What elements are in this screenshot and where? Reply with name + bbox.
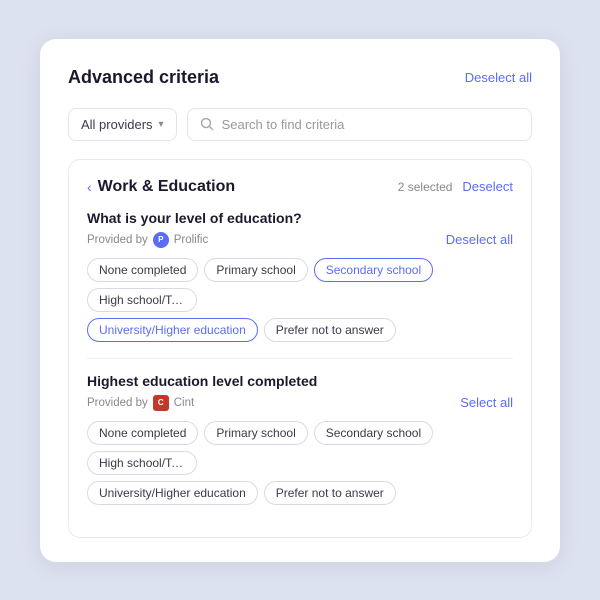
question1-tags-row1: None completed Primary school Secondary … — [87, 258, 513, 312]
question1-provided-by: Provided by Prolific Deselect all — [87, 232, 513, 248]
question1-title: What is your level of education? — [87, 210, 513, 226]
tag-secondary-school-q1[interactable]: Secondary school — [314, 258, 433, 282]
search-icon — [200, 117, 214, 131]
tag-university-q2[interactable]: University/Higher education — [87, 481, 258, 505]
question2-select-all[interactable]: Select all — [460, 395, 513, 410]
tag-high-school-q1[interactable]: High school/Tech. cc — [87, 288, 197, 312]
work-education-section: ‹ Work & Education 2 selected Deselect W… — [68, 159, 532, 538]
tag-primary-school-q2[interactable]: Primary school — [204, 421, 307, 445]
tag-secondary-school-q2[interactable]: Secondary school — [314, 421, 433, 445]
prolific-logo — [153, 232, 169, 248]
section-title-group: ‹ Work & Education — [87, 178, 235, 196]
tag-none-completed-q1[interactable]: None completed — [87, 258, 198, 282]
question1-provider-name: Prolific — [174, 234, 209, 246]
tag-prefer-not-q1[interactable]: Prefer not to answer — [264, 318, 396, 342]
question1-deselect-all[interactable]: Deselect all — [446, 232, 513, 247]
section-divider — [87, 358, 513, 359]
question2-block: Highest education level completed Provid… — [87, 373, 513, 505]
back-button[interactable]: ‹ — [87, 179, 92, 195]
question2-provided-by-label: Provided by — [87, 397, 148, 409]
question2-tags-row2: University/Higher education Prefer not t… — [87, 481, 513, 505]
advanced-criteria-card: Advanced criteria Deselect all All provi… — [40, 39, 560, 562]
question2-provided-by: Provided by Cint Select all — [87, 395, 513, 411]
provider-dropdown[interactable]: All providers ▾ — [68, 108, 177, 141]
question1-tags-row2: University/Higher education Prefer not t… — [87, 318, 513, 342]
chevron-down-icon: ▾ — [159, 119, 164, 130]
tag-university-q1[interactable]: University/Higher education — [87, 318, 258, 342]
card-title: Advanced criteria — [68, 67, 219, 88]
question1-block: What is your level of education? Provide… — [87, 210, 513, 342]
deselect-all-button[interactable]: Deselect all — [465, 70, 532, 85]
search-placeholder: Search to find criteria — [222, 117, 345, 132]
section-title: Work & Education — [98, 178, 236, 196]
section-meta: 2 selected Deselect — [398, 179, 513, 194]
question2-title: Highest education level completed — [87, 373, 513, 389]
card-header: Advanced criteria Deselect all — [68, 67, 532, 88]
question1-provider-left: Provided by Prolific — [87, 232, 208, 248]
tag-none-completed-q2[interactable]: None completed — [87, 421, 198, 445]
section-header: ‹ Work & Education 2 selected Deselect — [87, 178, 513, 196]
search-box[interactable]: Search to find criteria — [187, 108, 532, 141]
selected-count: 2 selected — [398, 180, 453, 194]
question2-tags-row1: None completed Primary school Secondary … — [87, 421, 513, 475]
question2-provider-left: Provided by Cint — [87, 395, 194, 411]
question2-provider-name: Cint — [174, 397, 194, 409]
cint-logo — [153, 395, 169, 411]
provider-dropdown-label: All providers — [81, 117, 153, 132]
section-deselect-button[interactable]: Deselect — [462, 179, 513, 194]
filter-row: All providers ▾ Search to find criteria — [68, 108, 532, 141]
tag-high-school-q2[interactable]: High school/Tech. cc — [87, 451, 197, 475]
tag-primary-school-q1[interactable]: Primary school — [204, 258, 307, 282]
tag-prefer-not-q2[interactable]: Prefer not to answer — [264, 481, 396, 505]
question1-provided-by-label: Provided by — [87, 234, 148, 246]
